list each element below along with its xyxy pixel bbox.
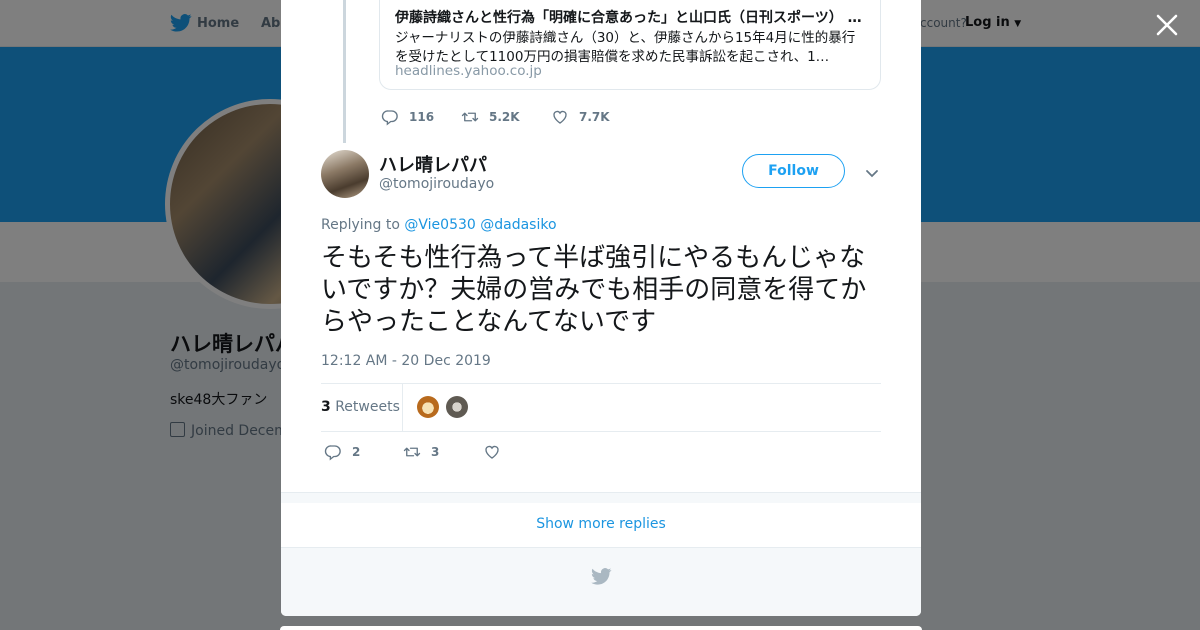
show-more-replies-button[interactable]: Show more replies bbox=[281, 502, 921, 548]
parent-like-button[interactable]: 7.7K bbox=[551, 108, 610, 126]
author-handle[interactable]: @tomojiroudayo bbox=[379, 176, 494, 192]
retweets-stat[interactable]: 3 Retweets bbox=[321, 399, 400, 415]
retweeter-avatar[interactable] bbox=[446, 396, 468, 418]
retweet-icon bbox=[461, 112, 479, 122]
heart-icon bbox=[553, 110, 567, 124]
reply-mention-link[interactable]: @Vie0530 bbox=[404, 217, 475, 233]
reply-icon bbox=[381, 110, 398, 126]
retweets-stat-label: Retweets bbox=[335, 399, 400, 415]
heart-icon bbox=[485, 445, 499, 459]
close-icon[interactable] bbox=[1154, 12, 1180, 38]
tweet-modal: 伊藤詩織さんと性行為「明確に合意あった」と山口氏（日刊スポーツ） - Yahoo… bbox=[281, 0, 921, 616]
replying-to: Replying to @Vie0530 @dadasiko bbox=[321, 217, 557, 233]
reply-button[interactable]: 2 bbox=[324, 443, 360, 461]
thread-connector-line bbox=[343, 0, 346, 143]
reply-icon bbox=[324, 445, 341, 461]
like-button[interactable] bbox=[483, 443, 511, 461]
tweet-text: そもそも性行為って半ば強引にやるもんじゃないですか？夫婦の営みでも相手の同意を得… bbox=[321, 243, 867, 337]
parent-like-count: 7.7K bbox=[579, 110, 610, 124]
reply-mention-link[interactable]: @dadasiko bbox=[480, 217, 556, 233]
modal-footer bbox=[281, 548, 921, 616]
next-panel-edge bbox=[280, 626, 922, 630]
retweeter-avatar[interactable] bbox=[417, 396, 439, 418]
author-avatar[interactable] bbox=[321, 150, 369, 198]
retweets-stat-count: 3 bbox=[321, 399, 331, 415]
tweet-stats: 3 Retweets bbox=[321, 383, 881, 432]
link-card[interactable]: 伊藤詩織さんと性行為「明確に合意あった」と山口氏（日刊スポーツ） - Yahoo… bbox=[379, 0, 881, 90]
tweet-timestamp[interactable]: 12:12 AM - 20 Dec 2019 bbox=[321, 353, 491, 369]
twitter-bird-icon bbox=[591, 568, 612, 585]
link-card-title: 伊藤詩織さんと性行為「明確に合意あった」と山口氏（日刊スポーツ） - Yahoo… bbox=[395, 10, 867, 26]
link-card-domain: headlines.yahoo.co.jp bbox=[395, 63, 542, 79]
chevron-down-icon[interactable] bbox=[865, 166, 879, 180]
parent-retweet-button[interactable]: 5.2K bbox=[461, 108, 520, 126]
parent-reply-count: 116 bbox=[409, 110, 435, 124]
link-card-description: ジャーナリストの伊藤詩織さん（30）と、伊藤さんから15年4月に性的暴行を受けた… bbox=[395, 30, 856, 65]
follow-button[interactable]: Follow bbox=[742, 154, 845, 188]
author-name[interactable]: ハレ晴レパパ bbox=[379, 151, 487, 177]
reply-count: 2 bbox=[352, 445, 361, 459]
stats-divider bbox=[402, 384, 403, 431]
parent-reply-button[interactable]: 116 bbox=[381, 108, 434, 126]
retweet-button[interactable]: 3 bbox=[403, 443, 439, 461]
parent-retweet-count: 5.2K bbox=[489, 110, 520, 124]
retweet-count: 3 bbox=[431, 445, 440, 459]
retweet-icon bbox=[403, 447, 421, 457]
replying-prefix: Replying to bbox=[321, 217, 400, 233]
